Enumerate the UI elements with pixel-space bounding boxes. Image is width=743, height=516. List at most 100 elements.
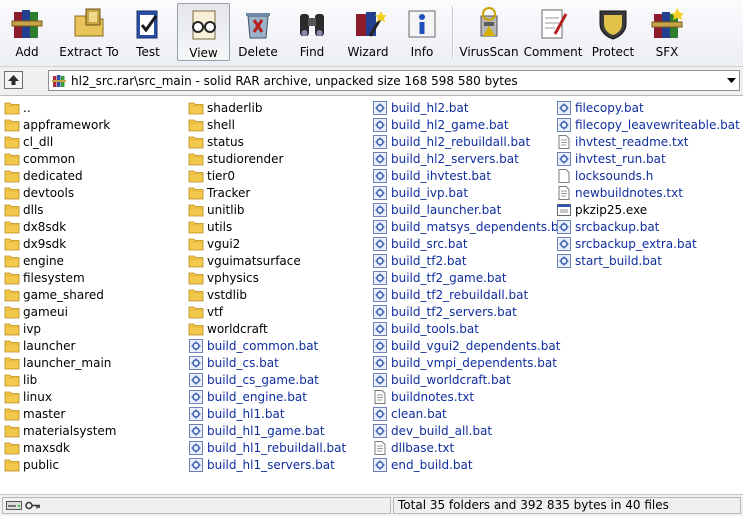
folder-item[interactable]: Tracker bbox=[188, 184, 346, 201]
file-item[interactable]: build_common.bat bbox=[188, 337, 346, 354]
extract-to-button[interactable]: Extract To bbox=[58, 3, 120, 61]
file-item[interactable]: build_tf2_rebuildall.bat bbox=[372, 286, 571, 303]
file-item[interactable]: build_vmpi_dependents.bat bbox=[372, 354, 571, 371]
folder-item[interactable]: .. bbox=[4, 99, 116, 116]
file-item[interactable]: srcbackup.bat bbox=[556, 218, 740, 235]
file-item[interactable]: build_vgui2_dependents.bat bbox=[372, 337, 571, 354]
folder-icon bbox=[188, 202, 204, 218]
item-name: dlls bbox=[23, 202, 44, 217]
batch-file-icon bbox=[372, 304, 388, 320]
file-item[interactable]: filecopy.bat bbox=[556, 99, 740, 116]
file-item[interactable]: build_hl1.bat bbox=[188, 405, 346, 422]
key-icon[interactable] bbox=[25, 500, 41, 511]
folder-item[interactable]: dedicated bbox=[4, 167, 116, 184]
protect-button[interactable]: Protect bbox=[589, 3, 637, 61]
file-item[interactable]: newbuildnotes.txt bbox=[556, 184, 740, 201]
find-button[interactable]: Find bbox=[290, 3, 334, 61]
folder-item[interactable]: tier0 bbox=[188, 167, 346, 184]
folder-item[interactable]: utils bbox=[188, 218, 346, 235]
file-item[interactable]: build_hl1_game.bat bbox=[188, 422, 346, 439]
folder-item[interactable]: shaderlib bbox=[188, 99, 346, 116]
file-item[interactable]: build_src.bat bbox=[372, 235, 571, 252]
folder-item[interactable]: vgui2 bbox=[188, 235, 346, 252]
path-dropdown-button[interactable] bbox=[723, 71, 739, 90]
folder-item[interactable]: lib bbox=[4, 371, 116, 388]
folder-item[interactable]: vstdlib bbox=[188, 286, 346, 303]
folder-item[interactable]: shell bbox=[188, 116, 346, 133]
file-item[interactable]: build_tools.bat bbox=[372, 320, 571, 337]
comment-button[interactable]: Comment bbox=[524, 3, 582, 61]
file-item[interactable]: build_ihvtest.bat bbox=[372, 167, 571, 184]
item-name: dx9sdk bbox=[23, 236, 67, 251]
file-item[interactable]: build_engine.bat bbox=[188, 388, 346, 405]
folder-item[interactable]: engine bbox=[4, 252, 116, 269]
executable-icon bbox=[556, 202, 572, 218]
folder-item[interactable]: vtf bbox=[188, 303, 346, 320]
path-combobox[interactable]: hl2_src.rar\src_main - solid RAR archive… bbox=[48, 70, 740, 91]
file-item[interactable]: build_tf2_game.bat bbox=[372, 269, 571, 286]
folder-item[interactable]: gameui bbox=[4, 303, 116, 320]
file-item[interactable]: build_hl2_servers.bat bbox=[372, 150, 571, 167]
file-item[interactable]: build_hl2.bat bbox=[372, 99, 571, 116]
file-item[interactable]: build_tf2.bat bbox=[372, 252, 571, 269]
file-item[interactable]: start_build.bat bbox=[556, 252, 740, 269]
folder-item[interactable]: launcher_main bbox=[4, 354, 116, 371]
file-item[interactable]: end_build.bat bbox=[372, 456, 571, 473]
file-item[interactable]: build_cs_game.bat bbox=[188, 371, 346, 388]
folder-item[interactable]: devtools bbox=[4, 184, 116, 201]
file-item[interactable]: buildnotes.txt bbox=[372, 388, 571, 405]
file-item[interactable]: clean.bat bbox=[372, 405, 571, 422]
file-item[interactable]: filecopy_leavewriteable.bat bbox=[556, 116, 740, 133]
file-item[interactable]: build_hl2_rebuildall.bat bbox=[372, 133, 571, 150]
folder-item[interactable]: status bbox=[188, 133, 346, 150]
wizard-button[interactable]: Wizard bbox=[344, 3, 392, 61]
sfx-button[interactable]: SFX bbox=[644, 3, 690, 61]
virusscan-button[interactable]: VirusScan bbox=[459, 3, 519, 61]
delete-button[interactable]: Delete bbox=[235, 3, 281, 61]
file-item[interactable]: build_matsys_dependents.bat bbox=[372, 218, 571, 235]
test-button[interactable]: Test bbox=[126, 3, 170, 61]
drive-icon[interactable] bbox=[6, 500, 22, 511]
folder-item[interactable]: game_shared bbox=[4, 286, 116, 303]
folder-item[interactable]: appframework bbox=[4, 116, 116, 133]
folder-item[interactable]: cl_dll bbox=[4, 133, 116, 150]
file-item[interactable]: build_hl1_rebuildall.bat bbox=[188, 439, 346, 456]
file-item[interactable]: build_hl2_game.bat bbox=[372, 116, 571, 133]
folder-item[interactable]: launcher bbox=[4, 337, 116, 354]
file-item[interactable]: ihvtest_readme.txt bbox=[556, 133, 740, 150]
folder-item[interactable]: vphysics bbox=[188, 269, 346, 286]
folder-item[interactable]: worldcraft bbox=[188, 320, 346, 337]
file-item[interactable]: build_ivp.bat bbox=[372, 184, 571, 201]
file-item[interactable]: dev_build_all.bat bbox=[372, 422, 571, 439]
folder-item[interactable]: maxsdk bbox=[4, 439, 116, 456]
folder-item[interactable]: vguimatsurface bbox=[188, 252, 346, 269]
up-folder-button[interactable] bbox=[4, 71, 23, 89]
file-item[interactable]: ihvtest_run.bat bbox=[556, 150, 740, 167]
info-button[interactable]: Info bbox=[402, 3, 442, 61]
file-item[interactable]: build_launcher.bat bbox=[372, 201, 571, 218]
add-button[interactable]: Add bbox=[4, 3, 50, 61]
file-item[interactable]: srcbackup_extra.bat bbox=[556, 235, 740, 252]
folder-item[interactable]: dlls bbox=[4, 201, 116, 218]
folder-item[interactable]: studiorender bbox=[188, 150, 346, 167]
folder-item[interactable]: dx8sdk bbox=[4, 218, 116, 235]
folder-item[interactable]: materialsystem bbox=[4, 422, 116, 439]
file-item[interactable]: pkzip25.exe bbox=[556, 201, 740, 218]
file-item[interactable]: dllbase.txt bbox=[372, 439, 571, 456]
file-item[interactable]: build_tf2_servers.bat bbox=[372, 303, 571, 320]
folder-item[interactable]: ivp bbox=[4, 320, 116, 337]
file-item[interactable]: build_cs.bat bbox=[188, 354, 346, 371]
file-item[interactable]: locksounds.h bbox=[556, 167, 740, 184]
view-button[interactable]: View bbox=[177, 3, 230, 61]
file-item[interactable]: build_hl1_servers.bat bbox=[188, 456, 346, 473]
file-item[interactable]: build_worldcraft.bat bbox=[372, 371, 571, 388]
file-list[interactable]: .. appframework cl_dll common dedicated devto… bbox=[0, 96, 743, 493]
folder-item[interactable]: filesystem bbox=[4, 269, 116, 286]
folder-item[interactable]: unitlib bbox=[188, 201, 346, 218]
folder-item[interactable]: master bbox=[4, 405, 116, 422]
folder-item[interactable]: dx9sdk bbox=[4, 235, 116, 252]
folder-icon bbox=[4, 185, 20, 201]
folder-item[interactable]: public bbox=[4, 456, 116, 473]
folder-item[interactable]: linux bbox=[4, 388, 116, 405]
folder-item[interactable]: common bbox=[4, 150, 116, 167]
